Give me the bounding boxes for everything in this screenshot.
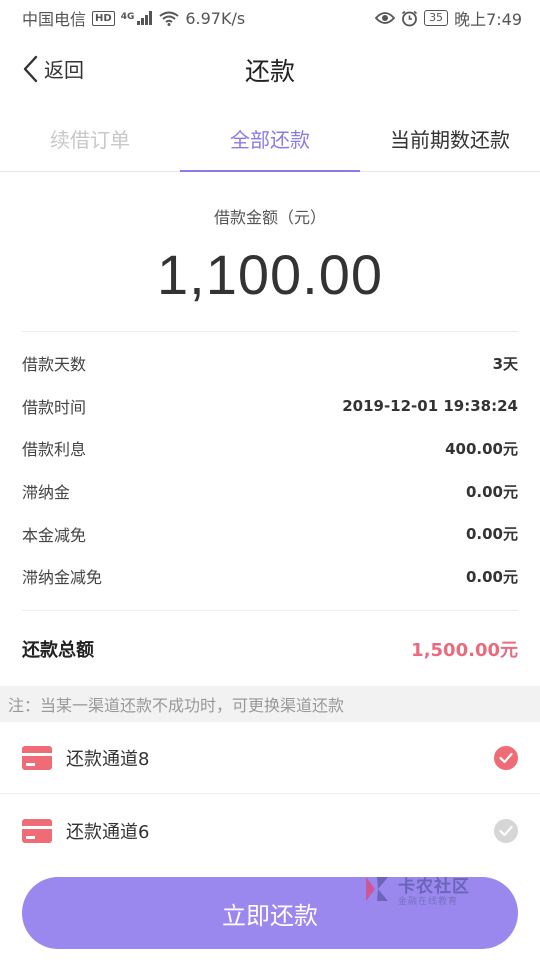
status-right: 35 晚上7:49	[375, 6, 522, 30]
detail-key: 借款利息	[22, 440, 87, 460]
detail-value: 0.00元	[465, 482, 518, 501]
clock-time: 晚上7:49	[454, 10, 522, 29]
eye-icon	[375, 12, 396, 24]
detail-key: 滞纳金减免	[22, 568, 103, 588]
loan-amount-value: 1,100.00	[157, 243, 383, 306]
detail-value: 0.00元	[465, 525, 518, 544]
credit-card-icon	[22, 745, 52, 770]
page-title: 还款	[244, 57, 295, 86]
repayment-total-row: 还款总额 1,500.00元	[22, 610, 518, 686]
credit-card-icon	[22, 819, 52, 843]
channel-label: 还款通道8	[66, 748, 150, 770]
detail-row-interest: 借款利息 400.00元	[22, 427, 518, 470]
watermark-subtitle: 金融在线教育	[398, 897, 459, 907]
status-bar: 中国电信 HD 4G 6.97K/s 35 晚上7:49	[0, 0, 540, 36]
channel-notice: 注：当某一渠道还款不成功时，可更换渠道还款	[0, 686, 540, 722]
detail-value: 3天	[492, 354, 518, 373]
detail-row-loan-days: 借款天数 3天	[22, 342, 518, 385]
wifi-icon	[159, 11, 179, 26]
alarm-icon	[402, 10, 418, 26]
checkmark-selected-icon[interactable]	[494, 745, 518, 770]
tab-current-period-repayment[interactable]: 当前期数还款	[360, 104, 540, 171]
channel-label: 还款通道6	[66, 822, 150, 843]
network-type: 4G	[120, 12, 135, 22]
detail-row-late-fee: 滞纳金 0.00元	[22, 470, 518, 513]
total-label: 还款总额	[22, 639, 94, 661]
battery-icon: 35	[424, 10, 449, 26]
detail-value: 400.00元	[445, 439, 518, 458]
signal-icon	[137, 11, 153, 25]
detail-value: 0.00元	[465, 567, 518, 586]
detail-row-late-fee-waiver: 滞纳金减免 0.00元	[22, 555, 518, 598]
tab-bar: 续借订单 全部还款 当前期数还款	[0, 104, 540, 172]
channel-option-8[interactable]: 还款通道8	[0, 722, 540, 794]
detail-row-loan-time: 借款时间 2019-12-01 19:38:24	[22, 385, 518, 428]
loan-detail-list: 借款天数 3天 借款时间 2019-12-01 19:38:24 借款利息 40…	[22, 342, 518, 598]
tab-renew-order[interactable]: 续借订单	[0, 104, 180, 171]
detail-key: 借款时间	[22, 397, 87, 417]
nav-bar: 返回 还款	[0, 36, 540, 104]
detail-key: 借款天数	[22, 355, 87, 375]
channel-option-6[interactable]: 还款通道6	[0, 795, 540, 867]
detail-row-principal-waiver: 本金减免 0.00元	[22, 512, 518, 555]
watermark: 卡农社区 金融在线教育	[362, 872, 502, 912]
detail-key: 本金减免	[22, 525, 87, 545]
total-value: 1,500.00元	[411, 639, 518, 661]
loan-amount-label: 借款金额（元）	[213, 208, 326, 227]
checkmark-unselected-icon[interactable]	[494, 819, 518, 843]
status-left: 中国电信 HD 4G 6.97K/s	[22, 6, 245, 30]
detail-key: 滞纳金	[22, 483, 71, 503]
kanong-logo-icon	[366, 877, 388, 901]
detail-value: 2019-12-01 19:38:24	[342, 396, 518, 415]
network-speed: 6.97K/s	[185, 8, 246, 28]
carrier-name: 中国电信	[22, 10, 87, 29]
tab-full-repayment[interactable]: 全部还款	[180, 104, 360, 172]
loan-amount-section: 借款金额（元） 1,100.00	[22, 172, 518, 332]
hd-badge: HD	[92, 10, 115, 26]
